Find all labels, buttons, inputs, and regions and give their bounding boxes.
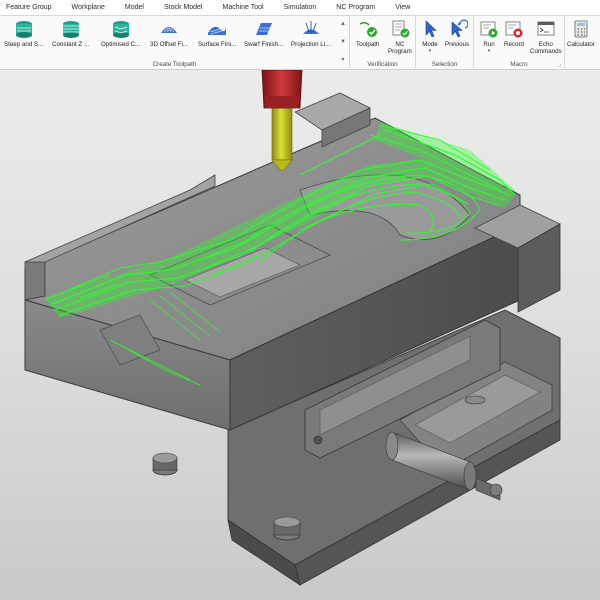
group-label-selection: Selection <box>431 61 458 68</box>
macro-record-button[interactable]: Record <box>503 19 525 48</box>
swarf-finishing-label: Swarf Finish... <box>244 41 284 48</box>
optimised-constant-z-button[interactable]: Optimised C... <box>101 19 140 48</box>
macro-run-button[interactable]: Run ▾ <box>478 19 500 54</box>
steep-shallow-button[interactable]: Steep and S... <box>4 19 43 48</box>
macro-launcher-icon[interactable]: ⌟ <box>558 61 561 68</box>
3d-offset-label: 3D Offset Fi... <box>150 41 189 48</box>
toolpath-check-icon <box>359 22 377 37</box>
selection-mode-label: Mode <box>422 41 438 48</box>
group-create-toolpath: Steep and S... Constant Z ... Optimised … <box>0 16 350 70</box>
tab-machine-tool[interactable]: Machine Tool <box>212 0 273 16</box>
group-label-verification: Verification <box>367 61 398 68</box>
surface-finishing-label: Surface Fini... <box>198 41 237 48</box>
optimised-constant-z-icon <box>112 21 129 38</box>
projection-line-icon <box>302 21 319 34</box>
selection-previous-button[interactable]: Previous <box>445 19 469 48</box>
group-utility: Calculator <box>565 16 600 70</box>
calculator-icon <box>574 20 588 38</box>
3d-offset-icon <box>161 27 178 33</box>
selection-mode-button[interactable]: Mode ▾ <box>419 19 441 54</box>
toolpath-verify-button[interactable]: Toolpath <box>356 19 379 48</box>
record-macro-icon <box>505 21 523 38</box>
macro-record-label: Record <box>504 41 524 48</box>
constant-z-icon <box>62 21 79 38</box>
tab-workplane[interactable]: Workplane <box>62 0 115 16</box>
projection-line-button[interactable]: Projection Li... <box>291 19 330 48</box>
cursor-arrow-icon <box>425 20 437 38</box>
group-macro: Run ▾ Record Echo Commands Macro ⌟ <box>474 16 565 70</box>
constant-z-button[interactable]: Constant Z ... <box>52 19 89 48</box>
gallery-scroll: ▲ ▼ ▾ <box>338 20 348 64</box>
tab-stock-model[interactable]: Stock Model <box>154 0 213 16</box>
tab-model[interactable]: Model <box>115 0 154 16</box>
group-selection: Mode ▾ Previous Selection <box>416 16 474 70</box>
run-dropdown-icon[interactable]: ▾ <box>488 48 491 54</box>
tab-feature-group[interactable]: Feature Group <box>0 0 62 16</box>
steep-shallow-icon <box>15 21 32 38</box>
echo-commands-label-1: Echo <box>538 41 553 48</box>
graphics-viewport[interactable] <box>0 70 600 600</box>
toolpath-verify-label: Toolpath <box>356 41 380 48</box>
constant-z-label: Constant Z ... <box>52 41 90 48</box>
echo-commands-label-2: Commands <box>530 48 562 55</box>
gallery-down-icon[interactable]: ▼ <box>340 38 346 46</box>
calculator-button[interactable]: Calculator <box>567 19 595 48</box>
echo-commands-icon <box>537 21 555 36</box>
calculator-label: Calculator <box>567 41 595 48</box>
group-label-macro: Macro <box>510 61 528 68</box>
group-verification: Toolpath NC Program Verification <box>350 16 416 70</box>
swarf-finishing-icon <box>255 23 272 35</box>
echo-commands-button[interactable]: Echo Commands <box>530 19 562 55</box>
group-label-create-toolpath: Create Toolpath <box>152 61 197 68</box>
optimised-constant-z-label: Optimised C... <box>101 41 141 48</box>
steep-shallow-label: Steep and S... <box>4 41 44 48</box>
surface-finishing-icon <box>208 25 227 35</box>
nc-program-verify-button[interactable]: NC Program <box>388 19 412 55</box>
mode-dropdown-icon[interactable]: ▾ <box>429 48 432 54</box>
nc-program-label-1: NC <box>395 41 405 48</box>
run-macro-icon <box>480 21 498 38</box>
machining-scene <box>24 70 561 586</box>
tab-view[interactable]: View <box>385 0 420 16</box>
tab-nc-program[interactable]: NC Program <box>326 0 385 16</box>
nc-program-check-icon <box>392 20 410 38</box>
surface-finishing-button[interactable]: Surface Fini... <box>198 19 236 48</box>
nc-program-label-2: Program <box>388 48 412 55</box>
macro-run-label: Run <box>483 41 495 48</box>
tab-simulation[interactable]: Simulation <box>274 0 327 16</box>
gallery-up-icon[interactable]: ▲ <box>340 20 346 28</box>
ribbon-panel: Steep and S... Constant Z ... Optimised … <box>0 16 600 70</box>
projection-line-label: Projection Li... <box>291 41 331 48</box>
previous-cursor-icon <box>451 19 469 38</box>
ribbon-tab-bar: Feature Group Workplane Model Stock Mode… <box>0 0 600 16</box>
3d-offset-finishing-button[interactable]: 3D Offset Fi... <box>150 19 188 48</box>
selection-previous-label: Previous <box>445 41 470 48</box>
swarf-finishing-button[interactable]: Swarf Finish... <box>244 19 283 48</box>
